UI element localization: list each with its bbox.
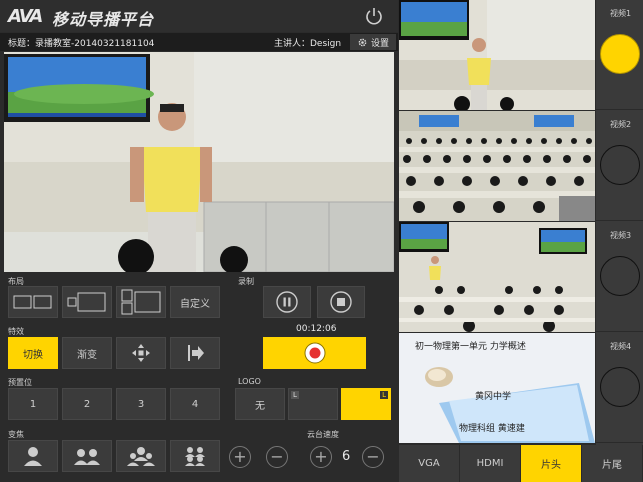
zoom-single-button[interactable] — [8, 440, 58, 472]
video-3-label: 视频3 — [610, 231, 632, 240]
video-selector: 视频1 视频2 视频3 视频4 — [596, 0, 643, 482]
app-title: 移动导播平台 — [52, 10, 155, 29]
zoom-label: 变焦 — [8, 430, 24, 439]
zoom-group-button[interactable] — [116, 440, 166, 472]
layout-1-2-icon — [13, 295, 52, 309]
record-icon — [304, 342, 325, 364]
camera-1-video — [399, 0, 595, 110]
stop-icon — [330, 291, 352, 313]
class-icon — [185, 447, 205, 466]
settings-label: 设置 — [370, 38, 389, 49]
layout-12-4-button[interactable] — [116, 286, 166, 318]
zoom-class-button[interactable] — [170, 440, 220, 472]
layout-custom-button[interactable]: 自定义 — [170, 286, 220, 318]
effect-switch-button[interactable]: 切换 — [8, 337, 58, 369]
camera-3-video — [399, 222, 595, 332]
logo-left-button[interactable]: L — [288, 388, 338, 420]
control-panel: 布局 自定义 录制 00:12:06 特效 切换 渐变 预置位 1 2 3 4 … — [0, 274, 398, 482]
tab-intro[interactable]: 片头 — [521, 445, 582, 482]
info-bar: 标题：录播教室-20140321181104 主讲人：Design 设置 — [0, 33, 398, 51]
video-2-toggle[interactable] — [600, 145, 640, 185]
record-button[interactable] — [263, 337, 366, 369]
video-2-label: 视频2 — [610, 120, 632, 129]
camera-2-video — [399, 111, 595, 221]
camera-4-thumbnail[interactable]: 初一物理第一单元 力学概述 黄冈中学 物理科组 黄速建 — [399, 333, 595, 443]
camera-2-thumbnail[interactable] — [399, 111, 595, 221]
brand-logo: AVA — [8, 5, 43, 27]
video-2-selector[interactable]: 视频2 — [596, 111, 643, 221]
preview-video — [4, 52, 394, 272]
preset-3-button[interactable]: 3 — [116, 388, 166, 420]
settings-button[interactable]: 设置 — [350, 34, 396, 50]
logo-section-label: LOGO — [238, 377, 261, 386]
ptz-speed-label: 云台速度 — [307, 430, 339, 439]
zoom-out-button[interactable]: − — [266, 446, 288, 468]
video-3-toggle[interactable] — [600, 256, 640, 296]
slide-group: 物理科组 黄速建 — [459, 424, 525, 434]
zoom-two-button[interactable] — [62, 440, 112, 472]
wipe-arrow-icon — [188, 345, 204, 361]
logo-corner-badge: L — [291, 391, 299, 399]
move-arrows-icon — [132, 344, 150, 362]
video-1-label: 视频1 — [610, 9, 632, 18]
record-label: 录制 — [238, 277, 254, 286]
logo-corner-badge-active: L — [380, 391, 388, 399]
preset-4-button[interactable]: 4 — [170, 388, 220, 420]
effect-move-button[interactable] — [116, 337, 166, 369]
camera-thumbnails: 初一物理第一单元 力学概述 黄冈中学 物理科组 黄速建 — [399, 0, 595, 444]
session-title: 标题：录播教室-20140321181104 — [8, 39, 155, 49]
presets-label: 预置位 — [8, 378, 32, 387]
logo-none-button[interactable]: 无 — [235, 388, 285, 420]
video-3-selector[interactable]: 视频3 — [596, 222, 643, 332]
ptz-speed-down-button[interactable]: − — [362, 446, 384, 468]
pause-button[interactable] — [263, 286, 311, 318]
effect-wipe-button[interactable] — [170, 337, 220, 369]
layout-1-2-button[interactable] — [8, 286, 58, 318]
layout-1-4-button[interactable] — [62, 286, 112, 318]
slide-school: 黄冈中学 — [475, 392, 512, 402]
header: AVA 移动导播平台 — [0, 0, 398, 32]
two-people-icon — [74, 449, 100, 465]
effect-fade-button[interactable]: 渐变 — [62, 337, 112, 369]
preset-1-button[interactable]: 1 — [8, 388, 58, 420]
group-icon — [127, 447, 155, 466]
video-1-selector[interactable]: 视频1 — [596, 0, 643, 110]
single-person-icon — [24, 447, 42, 466]
app-root: AVA 移动导播平台 标题：录播教室-20140321181104 主讲人：De… — [0, 0, 643, 482]
video-1-toggle[interactable] — [600, 34, 640, 74]
source-tabs: VGA HDMI 片头 片尾 — [399, 445, 643, 482]
camera-1-thumbnail[interactable] — [399, 0, 595, 110]
video-4-toggle[interactable] — [600, 367, 640, 407]
logo-mark: AVA — [8, 5, 43, 27]
layout-1-4-icon — [67, 292, 106, 312]
slide-title: 初一物理第一单元 力学概述 — [415, 342, 526, 352]
video-4-label: 视频4 — [610, 342, 632, 351]
ptz-speed-value: 6 — [342, 449, 351, 464]
tab-vga[interactable]: VGA — [399, 445, 460, 482]
preset-2-button[interactable]: 2 — [62, 388, 112, 420]
pause-icon — [276, 291, 298, 313]
tab-hdmi[interactable]: HDMI — [460, 445, 521, 482]
video-4-selector[interactable]: 视频4 — [596, 333, 643, 443]
effects-label: 特效 — [8, 327, 24, 336]
tab-outro[interactable]: 片尾 — [582, 445, 643, 482]
presenter-label: 主讲人：Design — [274, 39, 342, 49]
main-preview — [4, 52, 394, 272]
ptz-speed-up-button[interactable]: + — [310, 446, 332, 468]
zoom-in-button[interactable]: + — [229, 446, 251, 468]
stop-button[interactable] — [317, 286, 365, 318]
layout-12-4-icon — [121, 289, 161, 315]
record-timer: 00:12:06 — [296, 324, 337, 334]
camera-3-thumbnail[interactable] — [399, 222, 595, 332]
gear-icon — [358, 38, 367, 46]
power-icon[interactable] — [364, 6, 384, 26]
logo-right-button[interactable]: L — [341, 388, 391, 420]
